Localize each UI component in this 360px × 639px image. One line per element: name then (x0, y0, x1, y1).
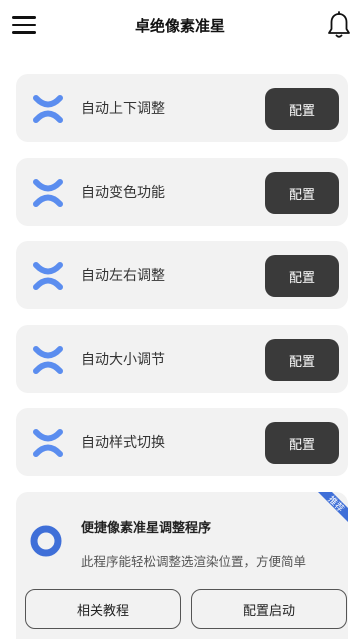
configure-button[interactable]: 配置 (265, 88, 339, 130)
configure-button[interactable]: 配置 (265, 339, 339, 381)
recommend-badge: 推荐 (318, 492, 348, 522)
ring-logo-icon (30, 525, 62, 557)
promo-description: 此程序能轻松调整选渲染位置，方便简单 (81, 554, 307, 569)
promo-card: 推荐 便捷像素准星调整程序 此程序能轻松调整选渲染位置，方便简单 相关教程 配置… (16, 492, 348, 639)
feature-label: 自动左右调整 (81, 268, 165, 284)
x-logo-icon (33, 429, 63, 457)
feature-card-vertical: 自动上下调整 配置 (16, 74, 348, 142)
x-logo-icon (33, 95, 63, 123)
configure-button[interactable]: 配置 (265, 422, 339, 464)
launch-config-button[interactable]: 配置启动 (191, 589, 347, 629)
page-title: 卓绝像素准星 (134, 17, 225, 35)
feature-card-color: 自动变色功能 配置 (16, 158, 348, 226)
feature-label: 自动样式切换 (81, 435, 165, 451)
feature-card-style: 自动样式切换 配置 (16, 408, 348, 476)
configure-button[interactable]: 配置 (265, 255, 339, 297)
feature-label: 自动大小调节 (81, 352, 165, 368)
x-logo-icon (33, 346, 63, 374)
feature-card-size: 自动大小调节 配置 (16, 325, 348, 393)
x-logo-icon (33, 179, 63, 207)
feature-label: 自动变色功能 (81, 185, 165, 201)
tutorial-button[interactable]: 相关教程 (25, 589, 181, 629)
promo-title: 便捷像素准星调整程序 (81, 521, 212, 536)
x-logo-icon (33, 262, 63, 290)
feature-card-horizontal: 自动左右调整 配置 (16, 241, 348, 309)
feature-label: 自动上下调整 (81, 101, 165, 117)
bell-icon[interactable] (326, 11, 352, 39)
configure-button[interactable]: 配置 (265, 172, 339, 214)
app-header: 卓绝像素准星 (0, 0, 360, 52)
